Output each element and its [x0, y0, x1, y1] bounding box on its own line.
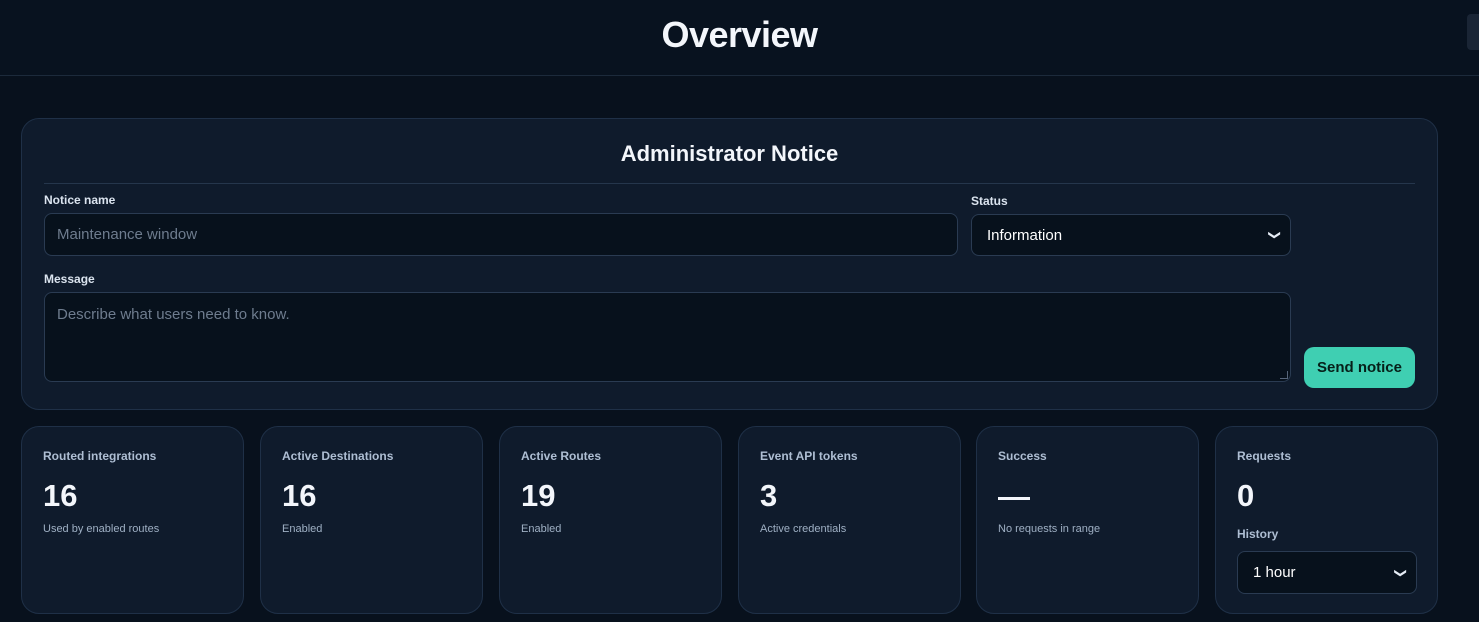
stat-value: 19	[521, 478, 556, 513]
notice-divider	[44, 183, 1415, 184]
history-select[interactable]: 1 hour ❯	[1237, 551, 1417, 594]
history-label: History	[1237, 527, 1279, 541]
stat-label: Event API tokens	[760, 449, 858, 463]
message-textarea[interactable]: Describe what users need to know.	[44, 292, 1291, 382]
page-title: Overview	[661, 14, 818, 55]
stat-label: Active Destinations	[282, 449, 394, 463]
stat-value: 0	[1237, 478, 1255, 513]
chevron-down-icon: ❯	[1267, 229, 1282, 241]
stat-card-event-api-tokens: Event API tokens 3 Active credentials	[738, 426, 961, 614]
stat-label: Requests	[1237, 449, 1292, 463]
notice-name-label: Notice name	[44, 193, 116, 207]
stat-value: 3	[760, 478, 778, 513]
stat-subtitle: Active credentials	[760, 523, 847, 535]
stat-subtitle: Enabled	[282, 523, 323, 535]
status-select-value: Information	[987, 226, 1063, 244]
chevron-down-icon: ❯	[1393, 567, 1408, 578]
stat-label: Active Routes	[521, 449, 602, 463]
scrollbar-thumb[interactable]	[1467, 14, 1479, 50]
stat-card-active-routes: Active Routes 19 Enabled	[499, 426, 722, 614]
administrator-notice-card: Administrator Notice Notice name Mainten…	[21, 118, 1438, 410]
notice-title: Administrator Notice	[620, 141, 839, 166]
top-header: Overview	[0, 0, 1479, 76]
send-notice-button[interactable]: Send notice	[1304, 347, 1415, 388]
stat-value: 16	[43, 478, 78, 513]
message-placeholder: Describe what users need to know.	[57, 306, 290, 323]
history-select-value: 1 hour	[1253, 564, 1296, 581]
status-label: Status	[971, 194, 1008, 208]
stat-card-requests: Requests 0 History 1 hour ❯	[1215, 426, 1438, 614]
stat-label: Routed integrations	[43, 449, 157, 463]
empty-value-dash	[998, 497, 1030, 500]
message-label: Message	[44, 272, 95, 286]
stat-label: Success	[998, 449, 1047, 463]
notice-name-placeholder: Maintenance window	[57, 226, 198, 243]
stat-card-success: Success No requests in range	[976, 426, 1199, 614]
stat-subtitle: Enabled	[521, 523, 562, 535]
status-select[interactable]: Information ❯	[971, 214, 1291, 256]
stat-subtitle: Used by enabled routes	[43, 523, 160, 535]
stat-value: 16	[282, 478, 317, 513]
stat-card-active-destinations: Active Destinations 16 Enabled	[260, 426, 483, 614]
notice-name-input[interactable]: Maintenance window	[44, 213, 958, 256]
stat-card-routed-integrations: Routed integrations 16 Used by enabled r…	[21, 426, 244, 614]
resize-handle-icon[interactable]	[1280, 371, 1288, 379]
stat-subtitle: No requests in range	[998, 523, 1101, 535]
